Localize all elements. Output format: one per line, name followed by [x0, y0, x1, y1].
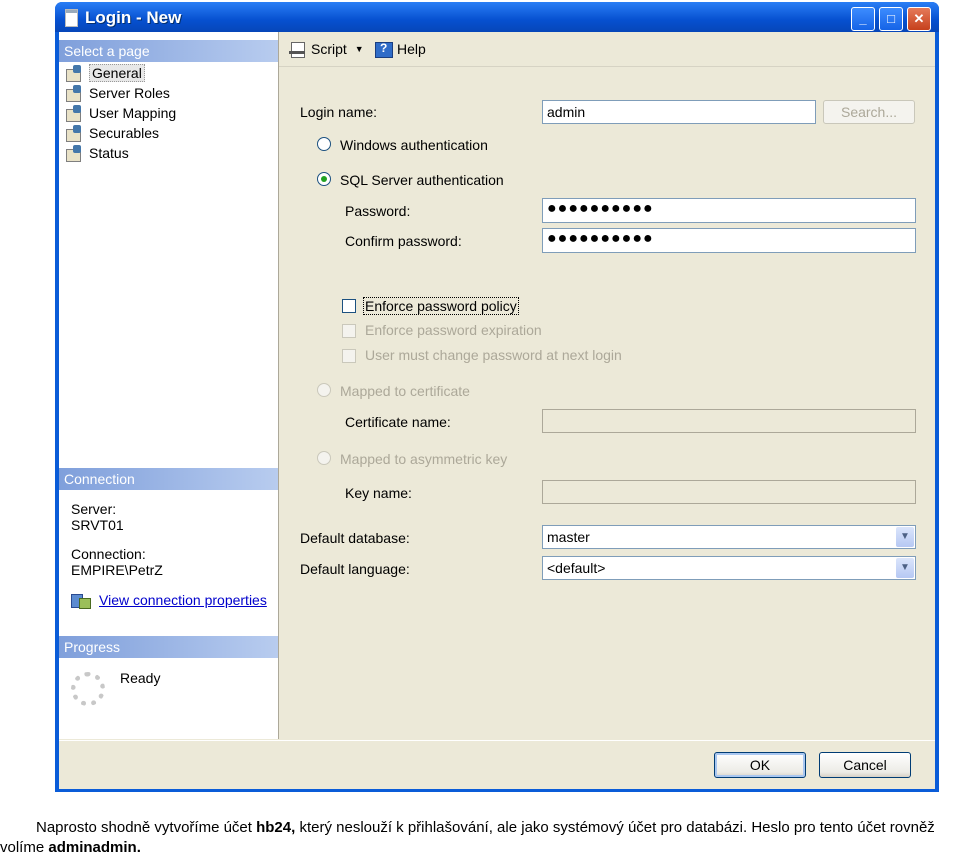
key-name-label: Key name: — [345, 485, 412, 501]
sql-auth-radio[interactable] — [317, 172, 331, 186]
page-general[interactable]: General — [65, 64, 145, 82]
window-title: Login - New — [85, 8, 182, 27]
cert-name-combo[interactable] — [542, 409, 916, 433]
general-page: Login name: admin Search... Windows auth… — [279, 67, 935, 739]
default-lang-label: Default language: — [300, 561, 410, 577]
dialog-client: Select a page General Server Roles User … — [59, 32, 935, 789]
chevron-down-icon[interactable]: ▼ — [896, 527, 914, 547]
login-name-input[interactable]: admin — [542, 100, 816, 124]
cancel-button[interactable]: Cancel — [819, 752, 911, 778]
page-server-roles-label: Server Roles — [89, 85, 170, 101]
page-securables-label: Securables — [89, 125, 160, 141]
help-label: Help — [397, 41, 426, 57]
must-change-checkbox[interactable] — [342, 349, 356, 363]
windows-auth-radio[interactable] — [317, 137, 331, 151]
mapped-cert-radio[interactable] — [317, 383, 331, 397]
chevron-down-icon[interactable]: ▼ — [896, 558, 914, 578]
minimize-button[interactable]: _ — [851, 7, 875, 31]
maximize-button[interactable]: □ — [879, 7, 903, 31]
default-db-select[interactable]: master ▼ — [542, 525, 916, 549]
page-user-mapping-label: User Mapping — [89, 105, 177, 121]
help-button[interactable]: Help — [375, 41, 426, 58]
connection-label: Connection: — [71, 546, 146, 562]
view-connection-properties-label: View connection properties — [99, 592, 267, 608]
connection-properties-icon — [71, 592, 91, 609]
dialog-footer: OK Cancel — [59, 740, 935, 789]
progress-header: Progress — [59, 636, 278, 658]
page-server-roles[interactable]: Server Roles — [65, 84, 170, 102]
page-general-label: General — [89, 64, 145, 82]
mapped-asym-radio[interactable] — [317, 451, 331, 465]
script-icon — [289, 41, 307, 58]
title-bar[interactable]: Login - New _ □ ✕ — [55, 2, 939, 32]
progress-status: Ready — [120, 670, 161, 686]
script-dropdown-arrow-icon[interactable]: ▼ — [355, 44, 364, 54]
search-button[interactable]: Search... — [823, 100, 915, 124]
server-value: SRVT01 — [71, 517, 124, 533]
toolbar: Script ▼ Help — [279, 32, 935, 67]
connection-value: EMPIRE\PetrZ — [71, 562, 163, 578]
default-db-value: master — [547, 529, 590, 545]
connection-header: Connection — [59, 468, 278, 490]
ok-button[interactable]: OK — [714, 752, 806, 778]
caption-part1: Naprosto shodně vytvoříme účet — [36, 819, 257, 836]
password-input[interactable]: ●●●●●●●●●● — [542, 198, 916, 223]
window-icon — [65, 9, 78, 27]
mapped-cert-label[interactable]: Mapped to certificate — [340, 383, 470, 399]
enforce-policy-label[interactable]: Enforce password policy — [363, 297, 519, 315]
default-db-label: Default database: — [300, 530, 410, 546]
page-properties-icon — [65, 145, 83, 162]
help-icon — [375, 41, 393, 58]
caption-bold1: hb24, — [256, 819, 296, 836]
must-change-label[interactable]: User must change password at next login — [365, 347, 622, 363]
page-securables[interactable]: Securables — [65, 124, 159, 142]
sql-auth-label[interactable]: SQL Server authentication — [340, 172, 504, 188]
script-label: Script — [311, 41, 347, 57]
page-user-mapping[interactable]: User Mapping — [65, 104, 176, 122]
enforce-expiration-label[interactable]: Enforce password expiration — [365, 322, 542, 338]
page-properties-icon — [65, 85, 83, 102]
key-name-combo[interactable] — [542, 480, 916, 504]
caption-bold2: adminadmin. — [48, 839, 141, 856]
page-properties-icon — [65, 125, 83, 142]
page-properties-icon — [65, 65, 83, 82]
left-panel: Select a page General Server Roles User … — [59, 32, 279, 739]
login-name-label: Login name: — [300, 104, 378, 120]
progress-spinner-icon — [71, 672, 105, 706]
login-new-window: Login - New _ □ ✕ Select a page General … — [55, 2, 939, 792]
page-properties-icon — [65, 105, 83, 122]
page-status-label: Status — [89, 145, 129, 161]
select-page-header: Select a page — [59, 40, 278, 62]
page-status[interactable]: Status — [65, 144, 129, 162]
server-label: Server: — [71, 501, 117, 517]
view-connection-properties-link[interactable]: View connection properties — [71, 592, 267, 609]
confirm-password-input[interactable]: ●●●●●●●●●● — [542, 228, 916, 253]
right-panel: Script ▼ Help Login name: admin Search..… — [279, 32, 935, 739]
close-button[interactable]: ✕ — [907, 7, 931, 31]
password-label: Password: — [345, 203, 411, 219]
confirm-password-label: Confirm password: — [345, 233, 462, 249]
enforce-expiration-checkbox[interactable] — [342, 324, 356, 338]
windows-auth-label[interactable]: Windows authentication — [340, 137, 488, 153]
default-lang-select[interactable]: <default> ▼ — [542, 556, 916, 580]
script-button[interactable]: Script ▼ — [289, 41, 370, 58]
document-caption: Naprosto shodně vytvoříme účet hb24, kte… — [0, 818, 960, 858]
default-lang-value: <default> — [547, 560, 606, 576]
enforce-policy-checkbox[interactable] — [342, 299, 356, 313]
mapped-asym-label[interactable]: Mapped to asymmetric key — [340, 451, 507, 467]
cert-name-label: Certificate name: — [345, 414, 451, 430]
